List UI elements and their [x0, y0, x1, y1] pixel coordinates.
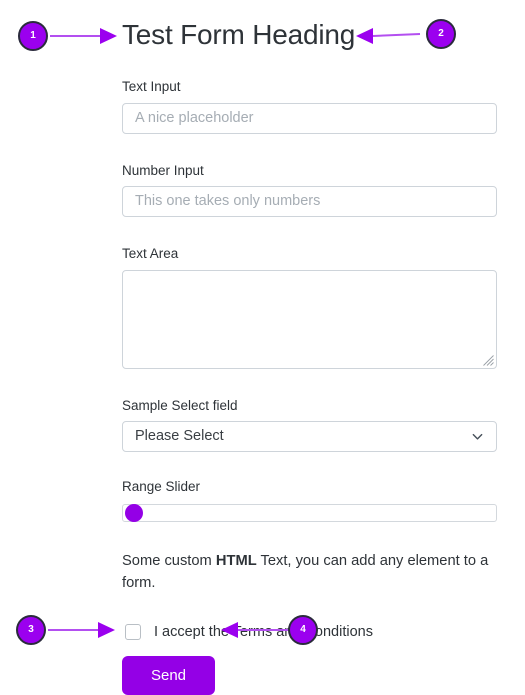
annotation-marker-3: 3	[16, 615, 46, 645]
send-button[interactable]: Send	[122, 656, 215, 695]
range-slider-label: Range Slider	[122, 479, 201, 494]
resize-grip-icon[interactable]	[483, 354, 494, 366]
test-form: Test Form Heading Text Input A nice plac…	[122, 0, 497, 695]
range-slider-thumb[interactable]	[125, 503, 143, 522]
number-input-placeholder: This one takes only numbers	[135, 193, 321, 209]
select-value: Please Select	[135, 428, 224, 444]
terms-checkbox[interactable]	[125, 624, 141, 641]
text-area-label: Text Area	[122, 246, 179, 261]
arrow-head-3	[98, 622, 115, 638]
text-area[interactable]	[122, 269, 497, 369]
terms-row[interactable]: I accept the Terms and Conditions	[122, 594, 497, 641]
number-input-label: Number Input	[122, 162, 204, 178]
arrow-head-1	[100, 28, 117, 44]
custom-html-bold: HTML	[215, 552, 257, 569]
text-input[interactable]: A nice placeholder	[122, 102, 497, 134]
text-input-placeholder: A nice placeholder	[135, 109, 254, 126]
text-input-label: Text Input	[122, 79, 181, 94]
custom-html-before: Some custom	[122, 552, 216, 569]
annotation-marker-1: 1	[18, 21, 48, 51]
select-label: Sample Select field	[122, 397, 238, 413]
range-slider-track[interactable]	[122, 503, 497, 522]
terms-label[interactable]: I accept the Terms and Conditions	[154, 625, 373, 640]
range-slider[interactable]	[122, 503, 497, 523]
number-input[interactable]: This one takes only numbers	[122, 186, 497, 217]
sample-select[interactable]: Please Select	[122, 421, 497, 452]
page-title: Test Form Heading	[122, 19, 356, 50]
chevron-down-icon	[472, 433, 483, 440]
custom-html-text: Some custom HTML Text, you can add any e…	[122, 523, 497, 595]
